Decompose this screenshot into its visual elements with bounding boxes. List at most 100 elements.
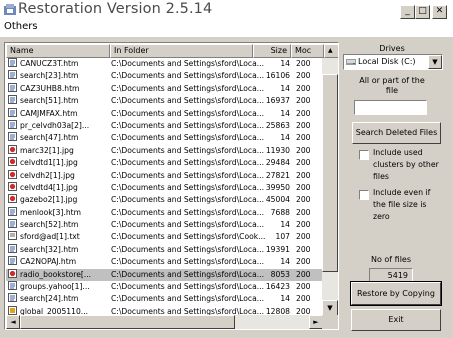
table-row[interactable]: celvdtd1[1].jpg C:\Documents and Settings… [6,157,323,169]
drive-select[interactable]: Local Disk (C:) ▼ [343,54,443,70]
table-row[interactable]: search[47].htm C:\Documents and Settings\… [6,132,323,144]
horizontal-scrollbar[interactable]: ◄ ► [6,315,323,329]
restore-by-copying-button[interactable]: Restore by Copying [350,281,442,306]
column-header-name[interactable]: Name [6,44,110,58]
cell-modified: 200 [296,220,311,230]
vertical-scroll-thumb[interactable] [322,74,338,272]
file-name: menlook[3].htm [20,207,82,217]
cell-modified: 200 [296,96,311,106]
cell-size: 14 [280,220,290,230]
cell-name: CANUCZ3T.htm [8,58,108,70]
caption-buttons: _ □ ✕ [400,5,447,20]
table-row[interactable]: gazebo2[1].jpg C:\Documents and Settings\… [6,194,323,206]
scroll-right-button[interactable]: ► [309,315,323,329]
scroll-left-button[interactable]: ◄ [6,315,20,329]
cell-name: search[52].htm [8,219,108,231]
cell-size: 14 [280,83,290,93]
html-file-icon [8,206,17,216]
app-window: Restoration Version 2.5.14 _ □ ✕ Others … [0,0,453,338]
table-row[interactable]: CA2NOPAJ.htm C:\Documents and Settings\sf… [6,256,323,268]
cell-size: 7688 [270,207,290,217]
include-used-checkbox[interactable] [359,150,369,160]
table-row[interactable]: CANUCZ3T.htm C:\Documents and Settings\sf… [6,58,323,70]
cell-name: pr_celvdh03a[2]... [8,119,108,132]
header-scroll-up-button[interactable]: ▲ [324,44,338,58]
cell-name: marc32[1].jpg [8,144,108,157]
table-row[interactable]: search[51].htm C:\Documents and Settings\… [6,95,323,107]
drives-label: Drives [379,44,405,53]
column-header-folder[interactable]: In Folder [110,44,253,58]
image-file-icon [8,157,17,167]
file-name: pr_celvdh03a[2]... [20,120,90,130]
title-bar[interactable]: Restoration Version 2.5.14 _ □ ✕ [0,0,453,22]
drive-select-value: Local Disk (C:) [358,57,416,66]
scroll-corner [322,315,338,329]
table-row[interactable]: search[23].htm C:\Documents and Settings\… [6,70,323,82]
cell-size: 107 [275,232,291,242]
table-row[interactable]: radio_bookstore[... C:\Documents and Sett… [6,268,323,282]
file-name: celvdtd1[1].jpg [20,158,78,168]
table-row[interactable]: menlook[3].htm C:\Documents and Settings\… [6,206,323,219]
cell-modified: 200 [296,232,311,242]
cell-name: menlook[3].htm [8,206,108,219]
cell-modified: 200 [296,71,311,81]
table-row[interactable]: marc32[1].jpg C:\Documents and Settings\s… [6,144,323,157]
file-filter-input[interactable] [354,100,427,115]
cell-modified: 200 [296,269,311,279]
cell-modified: 200 [296,83,311,93]
cell-size: 14 [280,59,290,68]
table-row[interactable]: celvdtd4[1].jpg C:\Documents and Settings… [6,181,323,194]
file-name: search[52].htm [20,220,79,230]
cell-size: 27821 [265,170,290,180]
minimize-button[interactable]: _ [400,5,415,19]
menu-bar: Others [0,20,453,37]
menu-others[interactable]: Others [4,21,38,32]
chevron-down-icon[interactable]: ▼ [428,55,442,69]
exit-button[interactable]: Exit [351,309,441,331]
cell-name: sford@ad[1].txt [8,231,108,243]
table-row[interactable]: CAZ3UHB8.htm C:\Documents and Settings\sf… [6,82,323,95]
close-button[interactable]: ✕ [432,5,447,19]
no-of-files-count: 5419 [369,268,413,283]
table-row[interactable]: sford@ad[1].txt C:\Documents and Settings… [6,231,323,243]
html-file-icon [8,243,17,253]
cell-name: celvdh2[1].jpg [8,169,108,182]
table-row[interactable]: search[52].htm C:\Documents and Settings\… [6,219,323,231]
cell-modified: 200 [296,207,311,217]
table-row[interactable]: CAMJMFAX.htm C:\Documents and Settings\sf… [6,107,323,120]
table-row[interactable]: groups.yahoo[1]... C:\Documents and Setti… [6,281,323,293]
file-name: CANUCZ3T.htm [20,59,79,68]
cell-modified: 200 [296,294,311,304]
table-row[interactable]: celvdh2[1].jpg C:\Documents and Settings\… [6,169,323,182]
search-deleted-files-button[interactable]: Search Deleted Files [352,122,441,144]
cell-size: 8053 [270,269,290,279]
cell-modified: 200 [296,133,311,143]
html-file-icon [8,82,17,92]
list-rows: CANUCZ3T.htm C:\Documents and Settings\sf… [6,58,323,318]
html-file-icon [8,58,17,67]
scroll-down-button[interactable]: ▼ [322,300,338,316]
file-list[interactable]: Name In Folder Size Moc ▲ CANUCZ3T.htm C:… [4,42,339,330]
cell-size: 14 [280,294,290,304]
table-row[interactable]: search[24].htm C:\Documents and Settings\… [6,293,323,305]
html-file-icon [8,256,17,266]
horizontal-scroll-thumb[interactable] [20,315,235,329]
file-name: search[47].htm [20,133,79,143]
cell-modified: 200 [296,145,311,155]
table-row[interactable]: search[32].htm C:\Documents and Settings\… [6,243,323,256]
column-header-size[interactable]: Size [253,44,291,58]
maximize-button[interactable]: □ [415,5,430,19]
file-name: gazebo2[1].jpg [20,195,78,205]
cell-size: 14 [280,108,290,118]
vertical-scrollbar[interactable]: ▼ [322,58,338,316]
table-row[interactable]: pr_celvdh03a[2]... C:\Documents and Setti… [6,119,323,132]
html-file-icon [8,70,17,80]
cell-size: 16106 [265,71,290,81]
cell-size: 45004 [265,195,290,205]
cell-size: 14 [280,133,290,143]
include-used-label: Include used clusters by other files [373,148,439,181]
include-zero-size-checkbox[interactable] [359,190,369,200]
column-header-modified[interactable]: Moc [291,44,324,58]
cell-size: 16423 [265,282,290,292]
html-file-icon [8,293,17,303]
